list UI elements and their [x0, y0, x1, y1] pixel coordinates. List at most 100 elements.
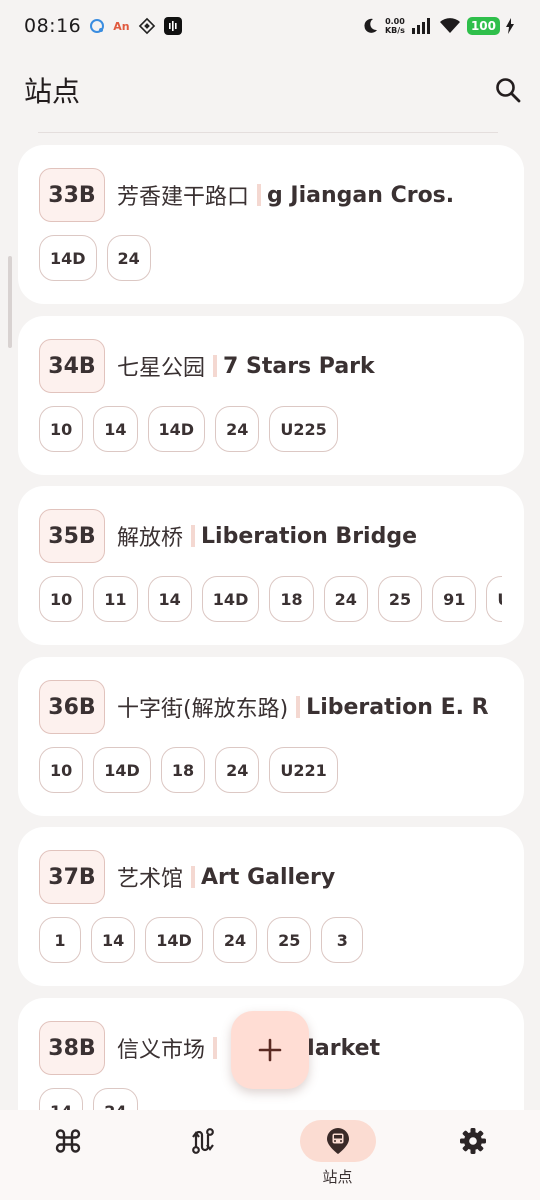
station-header: 36B 十字街(解放东路) Liberation E. R: [39, 679, 524, 735]
bottom-nav: 站点: [0, 1110, 540, 1200]
route-chip[interactable]: 25: [377, 576, 423, 622]
route-list: 14D 24: [39, 235, 502, 283]
nav-item-stations[interactable]: 站点: [270, 1110, 405, 1200]
station-name-zh: 十字街(解放东路): [117, 697, 289, 722]
page-title: 站点: [24, 75, 81, 108]
text-fade: [484, 167, 524, 223]
route-chip[interactable]: 1: [39, 917, 81, 963]
add-station-button[interactable]: [231, 1011, 309, 1089]
station-header: 37B 艺术馆 Art Gallery: [39, 849, 524, 905]
status-time: 08:16: [24, 15, 82, 37]
route-chip[interactable]: 3: [321, 917, 364, 963]
route-chip[interactable]: 18: [269, 576, 314, 622]
route-chip[interactable]: 91: [432, 576, 477, 622]
station-code: 35B: [39, 509, 105, 563]
station-name-en: Liberation E. R: [306, 694, 489, 720]
nav-label-stations: 站点: [322, 1168, 353, 1186]
name-separator: [296, 696, 301, 718]
name-separator: [191, 525, 196, 547]
name-separator: [191, 866, 196, 888]
station-code: 38B: [39, 1021, 105, 1075]
app-bar: 站点: [0, 64, 540, 116]
battery-level: 100: [466, 17, 500, 35]
station-name-zh: 七星公园: [117, 356, 206, 381]
search-icon: [496, 78, 521, 103]
route-list: 10 14D 18 24 U221: [39, 747, 502, 795]
route-chip[interactable]: 14: [147, 576, 192, 622]
nav-pill: [299, 1120, 376, 1162]
command-icon: [55, 1129, 80, 1153]
station-name-zh: 信义市场: [117, 1038, 206, 1063]
wifi-icon: [439, 18, 461, 34]
route-chip[interactable]: 25: [267, 917, 312, 963]
moon-icon: [361, 17, 379, 35]
route-chip[interactable]: 24: [106, 235, 151, 281]
nav-pill: [435, 1120, 511, 1162]
name-separator: [257, 184, 262, 206]
station-name-en: Liberation Bridge: [201, 523, 418, 549]
charging-icon: [506, 18, 514, 34]
station-card[interactable]: 35B 解放桥 Liberation Bridge 10 11 14 14D 1…: [18, 486, 524, 645]
bus-stop-icon: [326, 1128, 349, 1154]
station-card[interactable]: 37B 艺术馆 Art Gallery 1 14 14D 24 25 3: [18, 827, 524, 986]
route-chip[interactable]: 18: [160, 747, 206, 793]
station-name-en: Art Gallery: [201, 864, 336, 890]
route-chip[interactable]: 10: [39, 406, 84, 452]
gear-icon: [459, 1128, 486, 1154]
station-name-en: g Jiangan Cros.: [267, 182, 455, 208]
route-chip[interactable]: 14D: [147, 406, 206, 452]
station-header: 33B 芳香建干路口 g Jiangan Cros.: [39, 167, 524, 223]
station-name-en: 7 Stars Park: [223, 353, 375, 379]
app-notification-icon: An: [113, 19, 130, 33]
chat-notification-icon: [89, 18, 105, 34]
nav-item-shortcuts[interactable]: [0, 1110, 135, 1200]
station-name-zh: 艺术馆: [117, 867, 184, 892]
station-name-zh: 解放桥: [117, 526, 184, 551]
status-bar: 08:16 An 0.00 KB/s 100: [0, 0, 540, 52]
route-chip[interactable]: 14: [93, 406, 138, 452]
text-fade: [484, 679, 524, 735]
station-card[interactable]: 33B 芳香建干路口 g Jiangan Cros. 14D 24: [18, 145, 524, 304]
route-chip[interactable]: 14D: [93, 747, 151, 793]
route-chip[interactable]: 10: [39, 747, 84, 793]
scrollbar[interactable]: [8, 256, 12, 348]
route-chip[interactable]: 24: [215, 747, 260, 793]
route-chip[interactable]: 10: [39, 576, 84, 622]
station-code: 36B: [39, 680, 105, 734]
station-code: 37B: [39, 850, 105, 904]
search-button[interactable]: [488, 70, 528, 110]
signal-icon: [411, 18, 433, 34]
nav-item-routes[interactable]: [135, 1110, 270, 1200]
route-chip[interactable]: 14D: [39, 235, 97, 281]
audio-notification-icon: [163, 17, 182, 35]
route-chip[interactable]: 24: [212, 917, 258, 963]
route-chip[interactable]: 11: [93, 576, 138, 622]
network-speed: 0.00 KB/s: [385, 17, 405, 35]
route-list: 1 14 14D 24 25 3: [39, 917, 502, 965]
station-card[interactable]: 34B 七星公园 7 Stars Park 10 14 14D 24 U225: [18, 316, 524, 475]
name-separator: [213, 355, 218, 377]
station-header: 35B 解放桥 Liberation Bridge: [39, 508, 524, 564]
station-code: 33B: [39, 168, 105, 222]
route-chip[interactable]: 14D: [201, 576, 260, 622]
nav-pill: [165, 1120, 241, 1162]
route-chip[interactable]: U225: [269, 406, 338, 452]
diamond-notification-icon: [138, 17, 156, 35]
station-card[interactable]: 36B 十字街(解放东路) Liberation E. R 10 14D 18 …: [18, 657, 524, 816]
route-chip[interactable]: U2: [486, 576, 502, 622]
name-separator: [213, 1037, 218, 1059]
route-chip[interactable]: U221: [269, 747, 338, 793]
nav-pill: [30, 1120, 106, 1162]
route-list: 10 11 14 14D 18 24 25 91 U2: [39, 576, 502, 624]
route-list: 10 14 14D 24 U225: [39, 406, 502, 454]
route-chip[interactable]: 24: [215, 406, 260, 452]
route-chip[interactable]: 14: [91, 917, 136, 963]
route-chip[interactable]: 14D: [145, 917, 203, 963]
station-name-zh: 芳香建干路口: [117, 185, 250, 210]
network-speed-value: 0.00: [385, 17, 405, 26]
header-divider: [38, 132, 498, 133]
station-header: 34B 七星公园 7 Stars Park: [39, 338, 524, 394]
route-chip[interactable]: 24: [323, 576, 368, 622]
station-code: 34B: [39, 339, 105, 393]
nav-item-settings[interactable]: [405, 1110, 540, 1200]
